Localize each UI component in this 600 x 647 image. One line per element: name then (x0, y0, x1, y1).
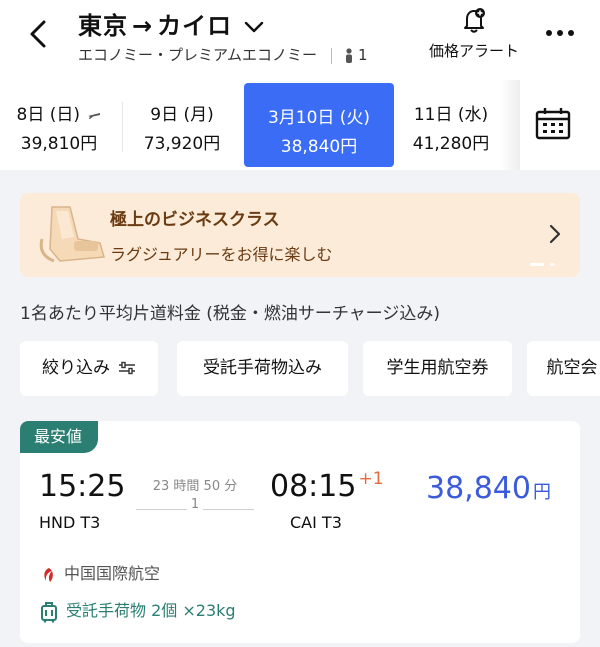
departure-airport: HND T3 (39, 513, 101, 532)
top-bar: 東京 → カイロ エコノミー・プレミアムエコノミー 1 価格アラート (0, 0, 600, 80)
cabin-class: エコノミー・プレミアムエコノミー (78, 46, 317, 64)
banner-title: 極上のビジネスクラス (110, 210, 280, 230)
price-alert-button[interactable]: 価格アラート (424, 6, 524, 61)
arrival-time: 08:15 +1 (270, 469, 384, 504)
date-label: 11日 (水) (413, 105, 489, 125)
fare-note: 1名あたり平均片道料金 (税金・燃油サーチャージ込み) (20, 304, 440, 324)
airline-name: 中国国際航空 (64, 564, 161, 583)
trip-summary: エコノミー・プレミアムエコノミー 1 (78, 44, 368, 65)
arrival-airport: CAI T3 (290, 513, 342, 532)
luggage-icon (41, 601, 57, 623)
date-label: 9日 (月) (150, 105, 214, 125)
airline-info: 中国国際航空 (40, 560, 160, 584)
date-label: 3月10日 (火) (267, 108, 371, 128)
filter-chip-airline[interactable]: 航空会 (527, 341, 600, 396)
business-class-banner[interactable]: 極上のビジネスクラス ラグジュアリーをお得に楽しむ (20, 193, 580, 277)
date-price: 39,810円 (20, 134, 98, 154)
origin-city: 東京 (78, 12, 128, 40)
day-offset: +1 (358, 469, 384, 489)
date-option[interactable]: 9日 (月) 73,920円 (124, 80, 240, 164)
back-arrow-icon[interactable] (24, 14, 54, 54)
divider (330, 47, 332, 64)
chevron-down-icon (245, 21, 264, 33)
flight-result-card[interactable]: 最安値 15:25 HND T3 23 時間 50 分 1 08:15 +1 CA… (20, 421, 580, 643)
date-price: 73,920円 (143, 134, 221, 154)
cheapest-badge: 最安値 (20, 421, 99, 453)
date-option[interactable]: 8日 (日) 39,810円 (0, 80, 118, 164)
calendar-icon[interactable] (534, 106, 572, 142)
passenger-count: 1 (357, 46, 368, 64)
carousel-indicator (550, 263, 555, 266)
scroll-fade (500, 80, 520, 170)
baggage-info: 受託手荷物 2個 ×23kg (40, 597, 236, 623)
date-label: 8日 (日) (0, 100, 118, 125)
route-arrow: → (132, 12, 154, 40)
filter-button[interactable]: 絞り込み (20, 341, 158, 396)
baggage-allowance: 受託手荷物 2個 ×23kg (66, 601, 236, 620)
flight-duration: 23 時間 50 分 (152, 479, 238, 494)
date-option[interactable]: 11日 (水) 41,280円 (398, 80, 504, 164)
carousel-indicator (530, 263, 544, 266)
date-price: 41,280円 (412, 134, 490, 154)
flight-price: 38,840 円 (426, 471, 551, 506)
destination-city: カイロ (157, 12, 233, 40)
departure-time: 15:25 (39, 469, 126, 504)
filter-chip-checked-bags[interactable]: 受託手荷物込み (177, 341, 348, 396)
date-price: 38,840円 (280, 137, 358, 157)
banner-subtitle: ラグジュアリーをお得に楽しむ (110, 245, 333, 264)
stop-count: 1 (140, 497, 250, 512)
divider (122, 102, 123, 152)
filter-chip-student-fares[interactable]: 学生用航空券 (363, 341, 512, 396)
date-option-selected[interactable]: 3月10日 (火) 38,840円 (244, 83, 394, 167)
filter-icon (119, 361, 135, 375)
date-selector: 8日 (日) 39,810円 9日 (月) 73,920円 3月10日 (火) … (0, 80, 600, 170)
airline-logo-icon (44, 567, 53, 582)
business-seat-icon (39, 206, 105, 263)
bell-plus-icon (464, 8, 485, 33)
person-icon (345, 47, 352, 63)
price-alert-label: 価格アラート (428, 42, 519, 60)
plane-icon (88, 113, 101, 119)
route-title[interactable]: 東京 → カイロ (78, 6, 265, 41)
chevron-right-icon (549, 224, 561, 244)
more-options-icon[interactable] (542, 30, 578, 40)
